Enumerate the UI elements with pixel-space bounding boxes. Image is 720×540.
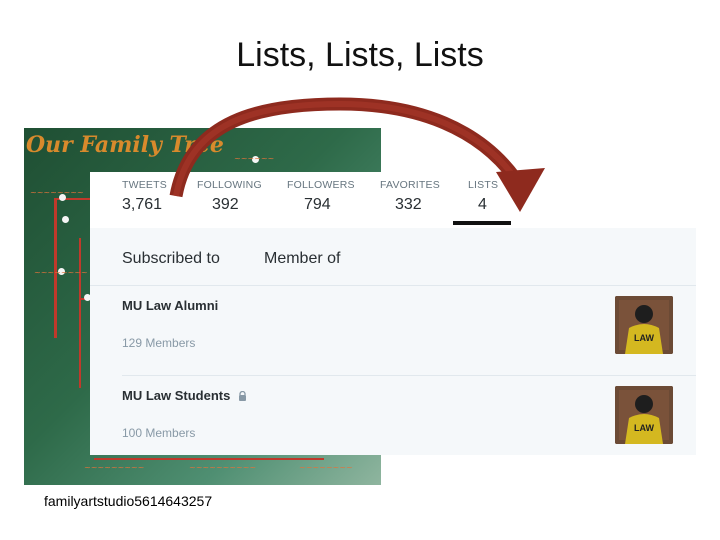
avatar-image: LAW xyxy=(615,386,673,444)
stat-label: LISTS xyxy=(468,179,499,191)
tab-subscribed-to[interactable]: Subscribed to xyxy=(122,250,220,268)
avatar-image: LAW xyxy=(615,296,673,354)
avatar-shirt-text: LAW xyxy=(634,423,655,433)
stat-value: 392 xyxy=(212,196,239,213)
tab-member-of[interactable]: Member of xyxy=(264,250,340,268)
avatar-shirt-text: LAW xyxy=(634,333,655,343)
stat-following[interactable]: FOLLOWING 392 xyxy=(197,179,262,214)
stat-tweets[interactable]: TWEETS 3,761 xyxy=(122,179,167,214)
avatar[interactable]: LAW xyxy=(615,386,673,444)
stat-label: FOLLOWING xyxy=(197,179,262,191)
lists-tabs: Subscribed to Member of xyxy=(90,228,696,286)
tree-branch-line xyxy=(79,238,81,388)
stat-label: TWEETS xyxy=(122,179,167,191)
tree-name-text: ~~~~~~ xyxy=(234,154,275,163)
stat-value: 3,761 xyxy=(122,196,163,213)
stat-value: 332 xyxy=(395,196,422,213)
avatar[interactable]: LAW xyxy=(615,296,673,354)
image-caption: familyartstudio5614643257 xyxy=(44,493,213,509)
slide-title: Lists, Lists, Lists xyxy=(236,36,484,74)
list-item[interactable]: MU Law Alumni 129 Members LAW xyxy=(90,286,696,375)
list-name-wrapper[interactable]: MU Law Students xyxy=(122,388,247,404)
stat-label: FAVORITES xyxy=(380,179,440,191)
list-name[interactable]: MU Law Alumni xyxy=(122,298,218,313)
tree-name-text: ~~~~~~~~ xyxy=(30,188,84,197)
active-stat-underline xyxy=(453,221,511,225)
stat-value: 4 xyxy=(478,196,487,213)
twitter-profile-card: TWEETS 3,761 FOLLOWING 392 FOLLOWERS 794… xyxy=(90,172,696,455)
stat-lists[interactable]: LISTS 4 xyxy=(468,179,498,214)
lock-icon xyxy=(238,389,247,404)
list-member-count: 129 Members xyxy=(122,336,196,350)
stat-favorites[interactable]: FAVORITES 332 xyxy=(380,179,440,214)
tree-node xyxy=(62,216,69,223)
tree-name-text: ~~~~~~~~ xyxy=(34,268,88,277)
stat-label: FOLLOWERS xyxy=(287,179,355,191)
list-member-count: 100 Members xyxy=(122,426,196,440)
profile-stats-bar: TWEETS 3,761 FOLLOWING 392 FOLLOWERS 794… xyxy=(90,172,696,226)
list-item[interactable]: MU Law Students 100 Members LAW xyxy=(90,376,696,465)
stat-followers[interactable]: FOLLOWERS 794 xyxy=(287,179,355,214)
stat-value: 794 xyxy=(304,196,331,213)
lists-panel: Subscribed to Member of MU Law Alumni 12… xyxy=(90,228,696,455)
family-tree-title: Our Family Tree xyxy=(26,132,224,158)
list-name: MU Law Students xyxy=(122,388,231,403)
